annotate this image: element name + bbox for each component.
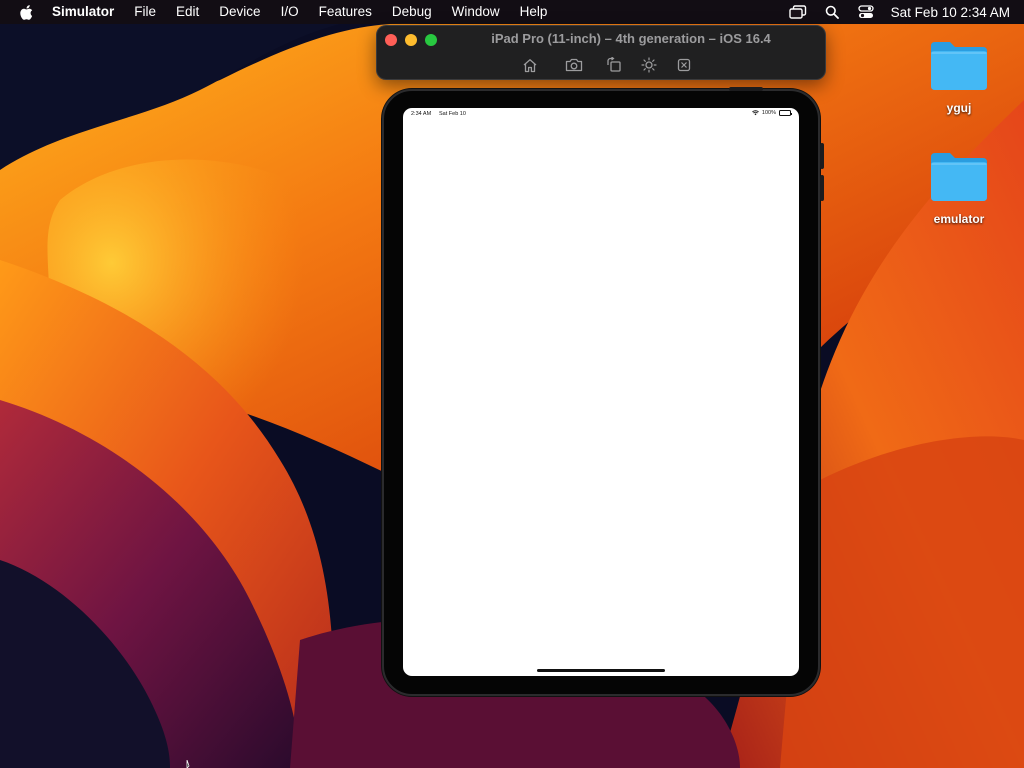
screen-mirroring-icon[interactable] [781,0,815,24]
desktop-folder-label: yguj [946,101,972,115]
menu-bar-clock[interactable]: Sat Feb 10 2:34 AM [883,5,1010,20]
simulator-tools [377,54,825,76]
battery-icon [779,110,792,116]
screenshot-icon [565,58,583,72]
home-button[interactable] [519,54,541,76]
menu-debug[interactable]: Debug [382,0,442,24]
simulator-window-title: iPad Pro (11-inch) – 4th generation – iO… [491,31,771,46]
ios-status-time: 2:34 AM [411,111,432,117]
menu-bar: Simulator File Edit Device I/O Features … [0,0,1024,24]
menu-edit[interactable]: Edit [166,0,209,24]
menu-file[interactable]: File [124,0,166,24]
ipad-simulator-device: 2:34 AM Sat Feb 10 100% [382,87,824,696]
ios-status-bar: 2:34 AM Sat Feb 10 100% [403,108,799,120]
control-center-icon[interactable] [849,0,883,24]
desktop-folder-emulator[interactable]: emulator [919,149,999,228]
home-indicator[interactable] [537,669,665,672]
rotate-icon [607,57,621,72]
top-button[interactable] [729,87,763,91]
home-icon [523,58,537,72]
mouse-cursor-icon [186,760,190,768]
battery-percentage: 100% [761,110,776,116]
ipad-screen[interactable]: 2:34 AM Sat Feb 10 100% [403,108,799,676]
menu-app-name[interactable]: Simulator [46,0,124,24]
volume-down-button[interactable] [820,175,824,201]
device-settings-button[interactable] [673,54,695,76]
desktop-folder-label: emulator [933,212,985,226]
wifi-icon [752,110,759,116]
menu-device[interactable]: Device [209,0,270,24]
ios-status-date: Sat Feb 10 [439,111,466,117]
appearance-button[interactable] [638,54,660,76]
appearance-icon [641,57,657,73]
menu-help[interactable]: Help [510,0,558,24]
device-settings-icon [677,58,691,72]
simulator-toolbar-window: iPad Pro (11-inch) – 4th generation – iO… [376,25,826,80]
screenshot-button[interactable] [563,54,585,76]
minimize-window-button[interactable] [405,34,417,46]
rotate-button[interactable] [603,54,625,76]
folder-icon [931,42,987,90]
desktop-folder-yguj[interactable]: yguj [919,38,999,117]
menu-io[interactable]: I/O [271,0,309,24]
apple-menu-icon[interactable] [6,0,46,24]
spotlight-search-icon[interactable] [815,0,849,24]
close-window-button[interactable] [385,34,397,46]
volume-up-button[interactable] [820,143,824,169]
menu-features[interactable]: Features [309,0,382,24]
menu-window[interactable]: Window [442,0,510,24]
zoom-window-button[interactable] [425,34,437,46]
folder-icon [931,153,987,201]
